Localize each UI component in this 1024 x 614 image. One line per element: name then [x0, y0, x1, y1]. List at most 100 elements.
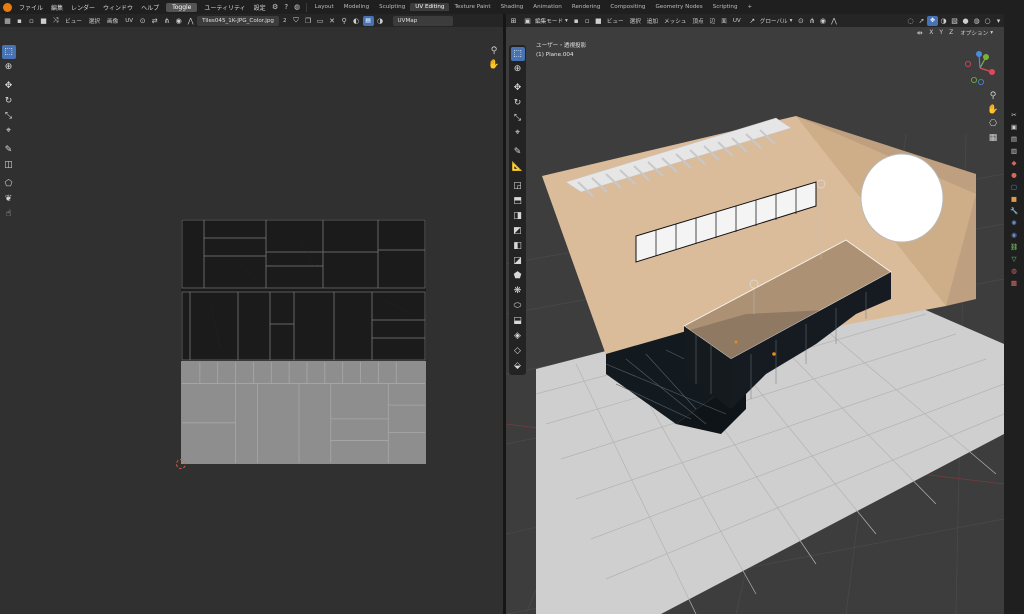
menu-add[interactable]: 追加: [644, 16, 661, 26]
3d-viewport[interactable]: ⊞ ▣ 編集モード ▾ ▪ ▫ ■ ビュー 選択 追加 メッシュ 頂点 辺 面 …: [506, 14, 1004, 614]
tab-texture-paint[interactable]: Texture Paint: [449, 3, 495, 11]
face-select-icon[interactable]: ■: [594, 16, 603, 25]
menu-view[interactable]: ビュー: [62, 16, 85, 26]
vertex-select-icon[interactable]: ▪: [15, 16, 24, 25]
tab-sculpting[interactable]: Sculpting: [374, 3, 410, 11]
sync-icon[interactable]: ⇄: [150, 16, 159, 25]
sticky-select-icon[interactable]: ⤨: [51, 16, 60, 25]
face-select-icon[interactable]: ■: [39, 16, 48, 25]
grab-icon[interactable]: ⬠: [2, 177, 16, 191]
annotate-icon[interactable]: ✎: [511, 145, 525, 159]
shading-material-icon[interactable]: ◍: [972, 16, 981, 25]
bevel-icon[interactable]: ◩: [511, 224, 525, 238]
smooth-icon[interactable]: ⬭: [511, 299, 525, 313]
menu-edge[interactable]: 辺: [707, 16, 719, 26]
2d-cursor-icon[interactable]: [176, 459, 186, 469]
tab-geometry-nodes[interactable]: Geometry Nodes: [650, 3, 707, 11]
collection-tab-icon[interactable]: ▢: [1009, 182, 1020, 192]
menu-view[interactable]: ビュー: [604, 16, 627, 26]
rotate-icon[interactable]: ↻: [511, 96, 525, 110]
object-tab-icon[interactable]: ■: [1009, 194, 1020, 204]
menu-vertex[interactable]: 頂点: [689, 16, 706, 26]
overlay-icon[interactable]: ◑: [939, 16, 948, 25]
snap-icon[interactable]: ⋔: [162, 16, 171, 25]
spin-icon[interactable]: ❋: [511, 284, 525, 298]
tab-compositing[interactable]: Compositing: [605, 3, 650, 11]
menu-uv[interactable]: UV: [122, 16, 136, 26]
move-icon[interactable]: ✥: [511, 81, 525, 95]
axis-z-button[interactable]: Z: [947, 29, 955, 36]
move-icon[interactable]: ✥: [2, 79, 16, 93]
menu-settings[interactable]: 設定: [250, 3, 270, 12]
menu-help[interactable]: ヘルプ: [137, 3, 163, 12]
toggle-button[interactable]: Toggle: [166, 2, 198, 12]
pin-icon[interactable]: ⚲: [340, 16, 349, 25]
menu-file[interactable]: ファイル: [15, 3, 47, 12]
zoom-icon[interactable]: ⚲: [488, 45, 500, 57]
falloff-icon[interactable]: ⋀: [186, 16, 195, 25]
tool-tab-icon[interactable]: ✂: [1009, 110, 1020, 120]
selectability-icon[interactable]: ➚: [917, 16, 926, 25]
menu-uv[interactable]: UV: [730, 16, 744, 26]
texture-tab-icon[interactable]: ▩: [1009, 278, 1020, 288]
loop-cut-icon[interactable]: ◧: [511, 239, 525, 253]
grid-view-icon[interactable]: ▦: [987, 132, 999, 144]
menu-window[interactable]: ウィンドウ: [99, 3, 137, 12]
view-layer-tab-icon[interactable]: ▥: [1009, 146, 1020, 156]
select-box-icon[interactable]: ⬚: [510, 47, 525, 61]
editor-type-icon[interactable]: ⊞: [509, 16, 518, 25]
menu-select[interactable]: 選択: [627, 16, 644, 26]
output-tab-icon[interactable]: ▤: [1009, 134, 1020, 144]
globe-icon[interactable]: ◍: [293, 3, 302, 12]
overlay-icon[interactable]: ◑: [376, 16, 385, 25]
particles-tab-icon[interactable]: ✺: [1009, 218, 1020, 228]
scene-tab-icon[interactable]: ◆: [1009, 158, 1020, 168]
rip-icon[interactable]: ◫: [2, 158, 16, 172]
visibility-icon[interactable]: ◌: [906, 16, 915, 25]
xray-icon[interactable]: ▧: [950, 16, 959, 25]
blender-logo-icon[interactable]: [3, 2, 12, 12]
pinch-icon[interactable]: ☝: [2, 207, 16, 221]
help-icon[interactable]: ?: [282, 3, 291, 12]
rip-region-icon[interactable]: ⬙: [511, 359, 525, 373]
constraints-tab-icon[interactable]: ⛓: [1009, 242, 1020, 252]
knife-icon[interactable]: ◪: [511, 254, 525, 268]
mode-dropdown[interactable]: ▣ 編集モード ▾: [519, 16, 571, 26]
cursor-icon[interactable]: ⊕: [2, 60, 16, 74]
edge-slide-icon[interactable]: ⬓: [511, 314, 525, 328]
pan-hand-icon[interactable]: ✋: [488, 59, 500, 71]
shear-icon[interactable]: ◇: [511, 344, 525, 358]
data-tab-icon[interactable]: ▽: [1009, 254, 1020, 264]
axis-x-button[interactable]: X: [927, 29, 935, 36]
add-cube-icon[interactable]: ◲: [511, 179, 525, 193]
modifier-tab-icon[interactable]: 🔧: [1009, 206, 1020, 216]
pivot-icon[interactable]: ⊙: [796, 16, 805, 25]
poly-build-icon[interactable]: ⬟: [511, 269, 525, 283]
vertex-select-icon[interactable]: ▪: [572, 16, 581, 25]
fake-user-icon[interactable]: ⛉: [292, 16, 301, 25]
display-channels-icon[interactable]: ◐: [352, 16, 361, 25]
scale-icon[interactable]: ⤡: [2, 109, 16, 123]
options-dropdown[interactable]: オプション ▾: [957, 28, 996, 38]
proportional-icon[interactable]: ◉: [174, 16, 183, 25]
uvmap-field[interactable]: UVMap: [392, 15, 453, 26]
menu-face[interactable]: 面: [718, 16, 730, 26]
tab-animation[interactable]: Animation: [528, 3, 567, 11]
uv-display-icon[interactable]: ▤: [362, 15, 374, 26]
tab-rendering[interactable]: Rendering: [567, 3, 606, 11]
measure-icon[interactable]: 📐: [511, 160, 525, 174]
snap-icon[interactable]: ⋔: [807, 16, 816, 25]
menu-mesh[interactable]: メッシュ: [661, 16, 689, 26]
menu-utility[interactable]: ユーティリティ: [200, 3, 249, 12]
image-name-field[interactable]: Tiles045_1K-JPG_Color.jpg: [197, 15, 279, 26]
proportional-icon[interactable]: ◉: [818, 16, 827, 25]
menu-render[interactable]: レンダー: [67, 3, 99, 12]
tab-layout[interactable]: Layout: [310, 3, 339, 11]
world-tab-icon[interactable]: ●: [1009, 170, 1020, 180]
gizmo-toggle-icon[interactable]: ✥: [927, 15, 938, 26]
material-tab-icon[interactable]: ◍: [1009, 266, 1020, 276]
tab-scripting[interactable]: Scripting: [708, 3, 743, 11]
tab-modeling[interactable]: Modeling: [339, 3, 374, 11]
pivot-icon[interactable]: ⊙: [138, 16, 147, 25]
open-image-icon[interactable]: ▭: [316, 16, 325, 25]
